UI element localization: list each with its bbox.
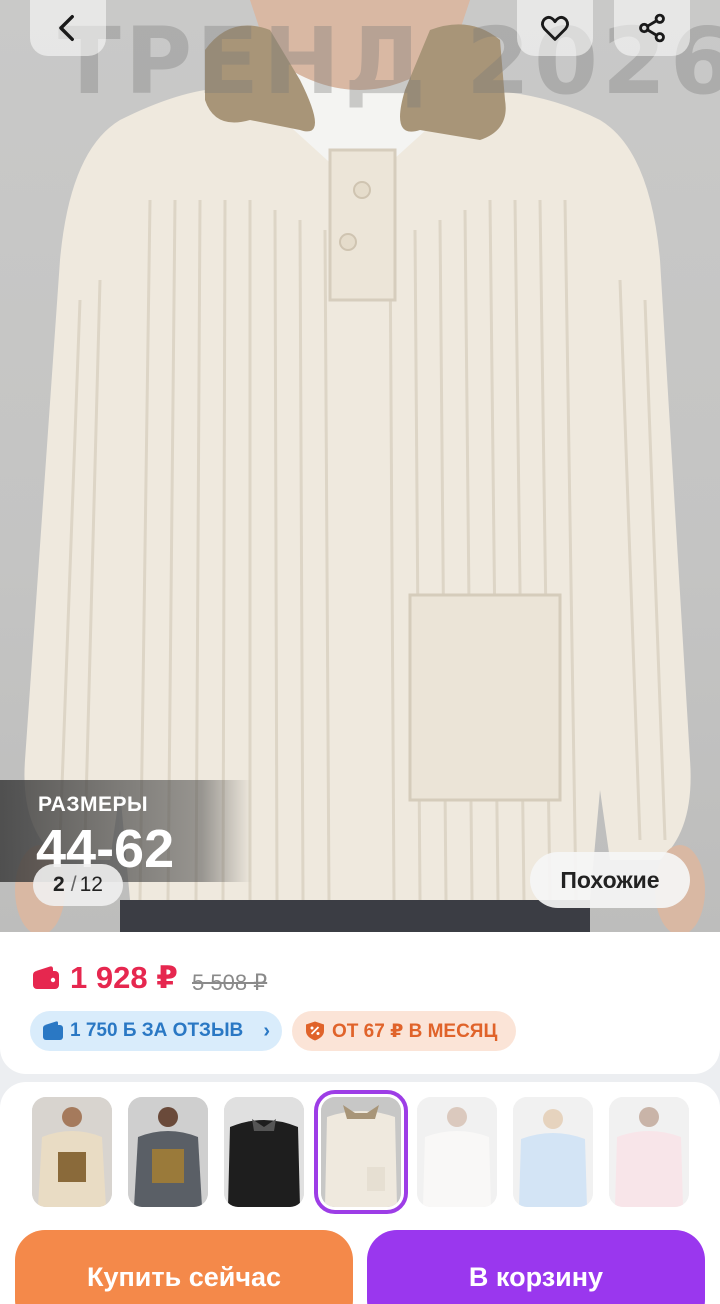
installment-label: ОТ 67 ₽ В МЕСЯЦ	[332, 1020, 498, 1042]
thumbnail[interactable]	[417, 1097, 497, 1207]
thumbnail-image	[513, 1097, 593, 1207]
thumbnail-image	[32, 1097, 112, 1207]
counter-total: 12	[79, 873, 103, 896]
thumbnail-image	[321, 1097, 401, 1207]
thumbnail[interactable]	[513, 1097, 593, 1207]
favorite-button[interactable]	[517, 0, 593, 56]
heart-icon	[541, 15, 569, 41]
add-to-cart-button[interactable]: В корзину	[367, 1230, 705, 1304]
wallet-icon	[33, 966, 59, 989]
thumbnail-image	[224, 1097, 304, 1207]
buy-now-button[interactable]: Купить сейчас	[15, 1230, 353, 1304]
discount-shield-icon	[306, 1021, 324, 1041]
wallet-icon	[43, 1021, 63, 1040]
thumbnail[interactable]	[224, 1097, 304, 1207]
similar-button[interactable]: Похожие	[530, 852, 690, 908]
thumbnail-image	[609, 1097, 689, 1207]
installment-chip[interactable]: ОТ 67 ₽ В МЕСЯЦ	[292, 1011, 516, 1051]
counter-current: 2	[53, 873, 65, 896]
thumbnail-image	[417, 1097, 497, 1207]
chevron-right-icon: ›	[263, 1019, 270, 1042]
back-button[interactable]	[30, 0, 106, 56]
thumbnail-active[interactable]	[314, 1090, 408, 1214]
sizes-label: РАЗМЕРЫ	[38, 793, 149, 816]
chevron-left-icon	[59, 14, 74, 42]
image-counter: 2 / 12	[33, 864, 123, 906]
thumbnail[interactable]	[128, 1097, 208, 1207]
review-bonus-label: 1 750 Б ЗА ОТЗЫВ	[70, 1020, 244, 1041]
current-price: 1 928 ₽	[70, 960, 178, 995]
counter-separator: /	[70, 873, 77, 896]
share-icon	[639, 13, 665, 43]
old-price: 5 508 ₽	[192, 970, 268, 995]
thumbnail-image	[128, 1097, 208, 1207]
thumbnail[interactable]	[32, 1097, 112, 1207]
share-button[interactable]	[614, 0, 690, 56]
review-bonus-chip[interactable]: 1 750 Б ЗА ОТЗЫВ ›	[30, 1011, 282, 1051]
price-card	[0, 932, 720, 1074]
thumbnail[interactable]	[609, 1097, 689, 1207]
